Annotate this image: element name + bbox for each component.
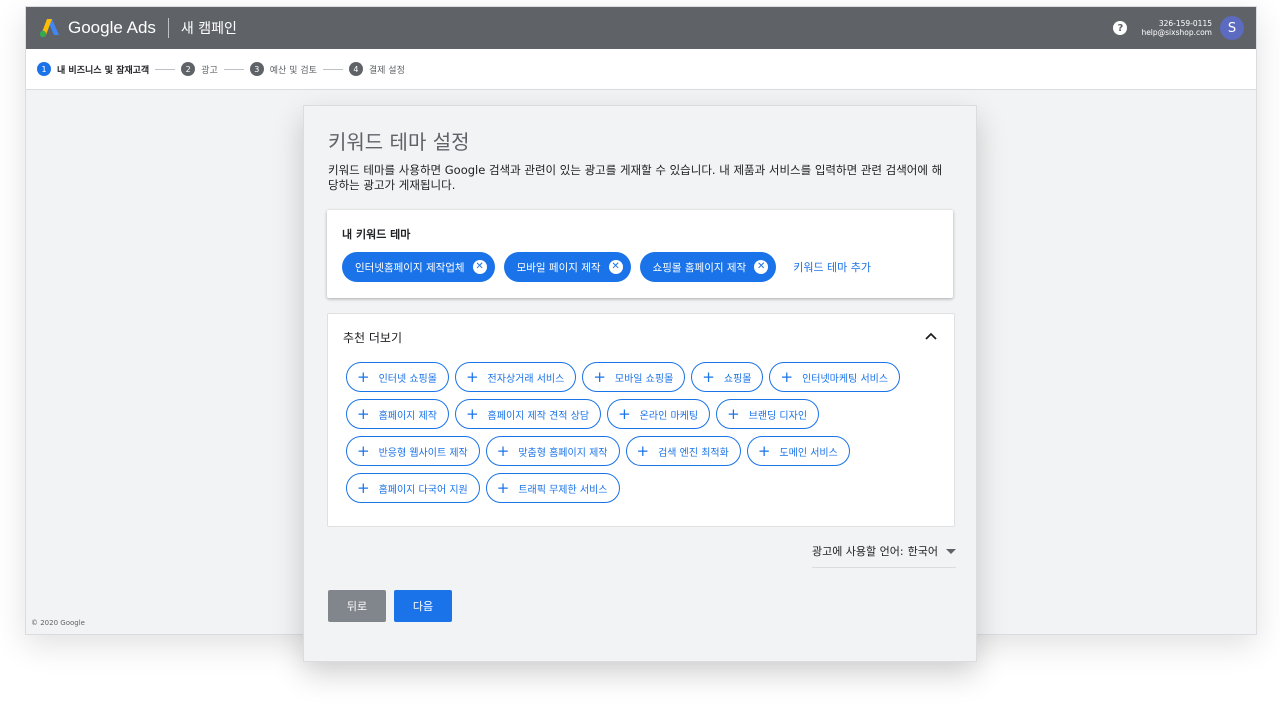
recommendation-chip-label: 홈페이지 제작 견적 상담 [487, 410, 590, 422]
brand-name: Google Ads [68, 18, 156, 37]
recommendation-chip[interactable]: + 전자상거래 서비스 [454, 362, 577, 392]
google-ads-logo-icon[interactable] [38, 18, 60, 38]
step-label: 결제 설정 [368, 65, 405, 76]
recommendation-chip[interactable]: + 쇼핑몰 [691, 362, 764, 392]
plus-icon: + [618, 404, 631, 423]
step-label: 예산 및 검토 [269, 65, 317, 76]
account-info[interactable]: 326-159-0115 help@sixshop.com [1141, 19, 1212, 37]
recommendations-panel: 추천 더보기 + 인터넷 쇼핑몰 + 전자상거래 서비스 + 모바일 쇼핑몰 + 쇼핑몰… [327, 313, 955, 527]
recommendation-chip-label: 트래픽 무제한 서비스 [518, 484, 608, 496]
plus-icon: + [357, 404, 370, 423]
keyword-chip[interactable]: 인터넷홈페이지 제작업체 ✕ [342, 252, 495, 282]
step-3[interactable]: 3 예산 및 검토 [249, 62, 317, 76]
recommendation-chip-label: 브랜딩 디자인 [748, 410, 808, 422]
plus-icon: + [496, 441, 510, 460]
plus-icon: + [496, 478, 510, 497]
remove-chip-icon[interactable]: ✕ [608, 260, 623, 274]
add-keyword-theme-link[interactable]: 키워드 테마 추가 [793, 259, 871, 275]
recommendation-chip-label: 맞춤형 홈페이지 제작 [518, 447, 608, 459]
recommendation-chip[interactable]: + 홈페이지 다국어 지원 [346, 473, 480, 503]
copyright-footer: © 2020 Google [31, 619, 85, 627]
my-keyword-themes-panel: 내 키워드 테마 인터넷홈페이지 제작업체 ✕ 모바일 페이지 제작 ✕ 쇼핑몰… [327, 210, 953, 298]
keyword-chip-label: 인터넷홈페이지 제작업체 [355, 261, 465, 274]
step-number: 4 [348, 62, 363, 76]
avatar[interactable]: S [1220, 16, 1244, 40]
back-button[interactable]: 뒤로 [328, 590, 386, 622]
step-label: 광고 [201, 65, 218, 76]
recommendation-chip[interactable]: + 검색 엔진 최적화 [625, 436, 741, 466]
recommendation-chip[interactable]: + 인터넷마케팅 서비스 [769, 362, 901, 392]
recommendation-chip-label: 전자상거래 서비스 [487, 373, 565, 385]
keyword-chip-label: 모바일 페이지 제작 [516, 261, 601, 274]
ad-language-label: 광고에 사용할 언어: [811, 545, 904, 558]
plus-icon: + [757, 441, 771, 460]
recommendation-chip[interactable]: + 도메인 서비스 [746, 436, 850, 466]
plus-icon: + [593, 367, 606, 386]
help-icon[interactable]: ? [1113, 21, 1128, 35]
step-4[interactable]: 4 결제 설정 [348, 62, 405, 76]
keyword-chip[interactable]: 모바일 페이지 제작 ✕ [503, 252, 631, 282]
recommendation-chip-label: 검색 엔진 최적화 [658, 447, 729, 459]
plus-icon: + [357, 367, 370, 386]
recommendation-chip-label: 온라인 마케팅 [639, 410, 699, 422]
keyword-chip[interactable]: 쇼핑몰 홈페이지 제작 ✕ [639, 252, 777, 282]
step-connector [155, 68, 176, 70]
recommendation-chip[interactable]: + 홈페이지 제작 견적 상담 [454, 399, 602, 429]
recommendation-chip[interactable]: + 트래픽 무제한 서비스 [485, 473, 620, 503]
recommendation-chip[interactable]: + 반응형 웹사이트 제작 [346, 436, 480, 466]
plus-icon: + [780, 367, 794, 386]
step-number: 3 [249, 62, 264, 76]
recommendation-chip[interactable]: + 브랜딩 디자인 [716, 399, 820, 429]
remove-chip-icon[interactable]: ✕ [754, 260, 769, 274]
recommendations-title: 추천 더보기 [343, 331, 403, 345]
recommendation-chip[interactable]: + 인터넷 쇼핑몰 [346, 362, 449, 392]
recommendation-chip[interactable]: + 온라인 마케팅 [607, 399, 711, 429]
recommendation-chip-label: 모바일 쇼핑몰 [614, 373, 674, 385]
recommendation-chip-label: 홈페이지 제작 [378, 410, 437, 422]
recommendation-chip[interactable]: + 모바일 쇼핑몰 [582, 362, 686, 392]
recommendation-chip-label: 도메인 서비스 [779, 447, 838, 459]
plus-icon: + [465, 404, 479, 423]
top-bar: Google Ads 새 캠페인 ? 326-159-0115 help@six… [26, 7, 1256, 49]
chevron-up-icon[interactable] [924, 329, 938, 343]
plus-icon: + [465, 367, 479, 386]
keyword-chip-label: 쇼핑몰 홈페이지 제작 [652, 261, 747, 274]
plus-icon: + [357, 441, 370, 460]
recommendation-chip-label: 인터넷마케팅 서비스 [802, 373, 889, 385]
step-1[interactable]: 1 내 비즈니스 및 잠재고객 [37, 62, 149, 76]
my-keyword-themes-title: 내 키워드 테마 [342, 228, 411, 241]
campaign-title: 새 캠페인 [180, 21, 237, 37]
recommendation-chip[interactable]: + 홈페이지 제작 [346, 399, 449, 429]
page-title: 키워드 테마 설정 [328, 130, 470, 154]
step-progress: 1 내 비즈니스 및 잠재고객 2 광고 3 예산 및 검토 4 결제 설정 [26, 49, 1256, 90]
plus-icon: + [357, 478, 370, 497]
step-label: 내 비즈니스 및 잠재고객 [57, 65, 150, 76]
recommendation-chip-label: 홈페이지 다국어 지원 [378, 484, 468, 496]
account-email: help@sixshop.com [1141, 28, 1212, 37]
step-connector [322, 68, 343, 70]
account-phone: 326-159-0115 [1158, 19, 1212, 28]
page-description: 키워드 테마를 사용하면 Google 검색과 관련이 있는 광고를 게재할 수… [328, 163, 943, 192]
recommendation-chip-label: 쇼핑몰 [723, 373, 752, 385]
ad-language-select[interactable]: 광고에 사용할 언어: 한국어 [811, 543, 956, 568]
header-divider [167, 18, 169, 38]
step-2[interactable]: 2 광고 [181, 62, 218, 76]
plus-icon: + [727, 404, 740, 423]
next-button[interactable]: 다음 [394, 590, 452, 622]
recommendation-chip-label: 반응형 웹사이트 제작 [378, 447, 468, 459]
recommendation-chip[interactable]: + 맞춤형 홈페이지 제작 [485, 436, 620, 466]
ad-language-value: 한국어 [907, 545, 938, 558]
remove-chip-icon[interactable]: ✕ [472, 260, 487, 274]
plus-icon: + [636, 441, 650, 460]
account-area: ? 326-159-0115 help@sixshop.com S [1113, 7, 1244, 49]
plus-icon: + [702, 367, 715, 386]
keyword-chip-list: 인터넷홈페이지 제작업체 ✕ 모바일 페이지 제작 ✕ 쇼핑몰 홈페이지 제작 … [342, 252, 871, 282]
keyword-theme-card: 키워드 테마 설정 키워드 테마를 사용하면 Google 검색과 관련이 있는… [303, 105, 977, 662]
step-connector [223, 68, 244, 70]
step-number: 2 [181, 62, 196, 76]
dropdown-caret-icon [946, 548, 956, 554]
step-number: 1 [37, 62, 51, 76]
recommendation-chip-label: 인터넷 쇼핑몰 [378, 373, 437, 385]
recommendation-chip-list: + 인터넷 쇼핑몰 + 전자상거래 서비스 + 모바일 쇼핑몰 + 쇼핑몰 + 인터넷마케… [346, 362, 946, 510]
